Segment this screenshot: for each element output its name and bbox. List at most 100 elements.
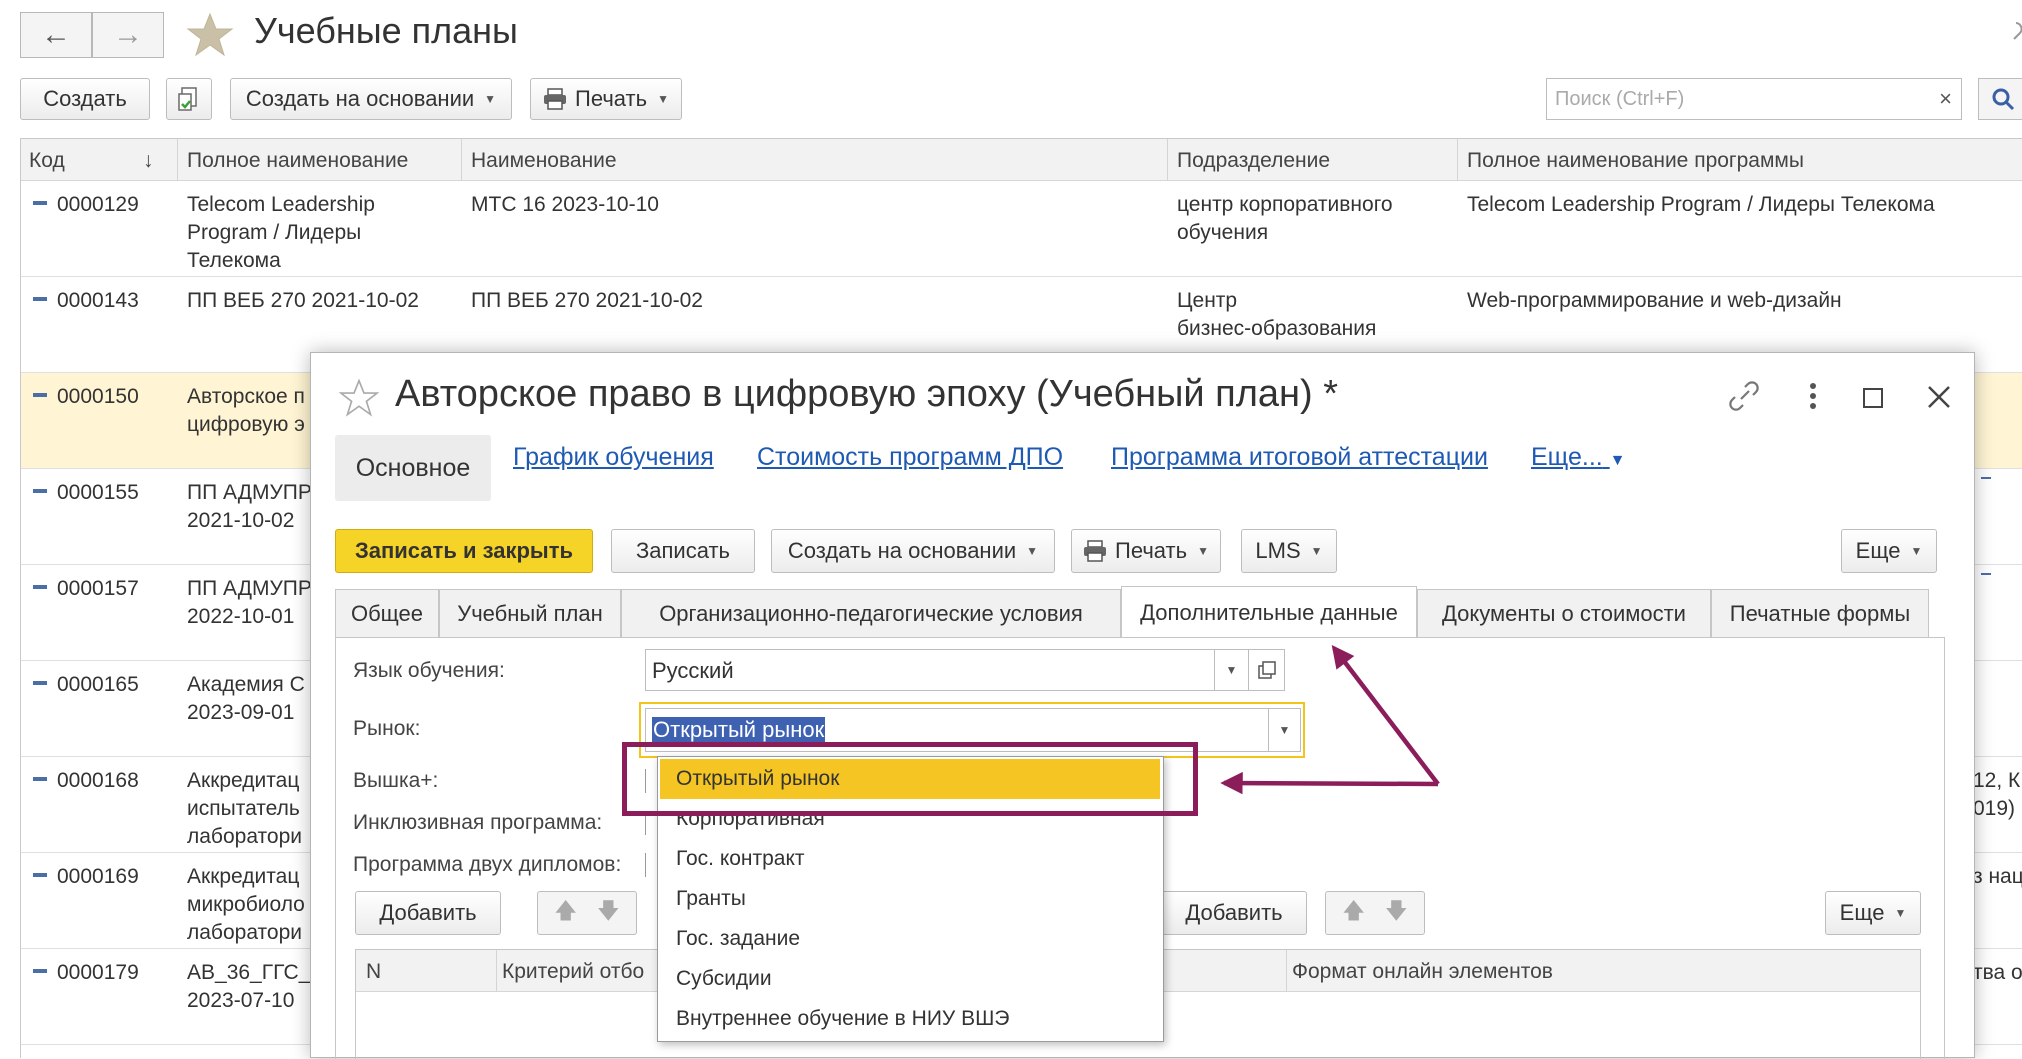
more-button[interactable]: Еще ▼ [1841, 529, 1937, 573]
arrow-up-icon[interactable]: 🡅 [1342, 894, 1365, 932]
cell-overflow: з нац [1973, 865, 2022, 888]
market-label: Рынок: [353, 717, 421, 740]
caret-down-icon: ▼ [484, 92, 497, 106]
link-icon[interactable] [1727, 379, 1761, 413]
save-and-close-button[interactable]: Записать и закрыть [335, 529, 593, 573]
dropdown-option[interactable]: Гранты [676, 887, 746, 911]
cell-overflow: тва о [1973, 961, 2022, 984]
sort-down-icon: ↓ [143, 149, 154, 172]
move-buttons: 🡅 🡇 [537, 891, 637, 935]
tab-cost[interactable]: Стоимость программ ДПО [757, 443, 1063, 472]
language-dropdown-button[interactable]: ▼ [1215, 649, 1249, 691]
market-dropdown-button[interactable]: ▼ [1269, 708, 1301, 752]
dropdown-option[interactable]: Гос. контракт [676, 847, 805, 871]
copy-button[interactable] [166, 78, 212, 120]
add-button-2[interactable]: Добавить [1161, 891, 1307, 935]
row-status-icon [33, 393, 47, 397]
two-diplomas-checkbox[interactable] [645, 853, 653, 877]
cell-full-name: Telecom Leadership Program / Лидеры Теле… [187, 193, 375, 272]
column-header-full-name[interactable]: Полное наименование [187, 149, 408, 173]
dropdown-option[interactable]: Внутреннее обучение в НИУ ВШЭ [676, 1007, 1009, 1031]
cell-name: МТС 16 2023-10-10 [471, 193, 659, 216]
link-icon[interactable] [2000, 20, 2022, 48]
copy-document-icon [178, 87, 197, 111]
form-tab-curriculum[interactable]: Учебный план [439, 589, 621, 637]
cell-code: 0000168 [57, 769, 139, 792]
form-tab-additional-data[interactable]: Дополнительные данные [1121, 586, 1417, 638]
annotation-highlight-box [622, 742, 1198, 816]
back-button[interactable]: ← [20, 12, 92, 58]
table-row[interactable]: 0000129 Telecom Leadership Program / Лиде… [21, 181, 2022, 277]
lms-label: LMS [1255, 538, 1301, 563]
printer-icon [1084, 540, 1107, 562]
cell-code: 0000150 [57, 385, 139, 408]
dropdown-option[interactable]: Гос. задание [676, 927, 800, 951]
column-header-name[interactable]: Наименование [471, 149, 617, 173]
tab-more[interactable]: Еще... ▼ [1531, 443, 1626, 472]
create-based-label: Создать на основании [787, 538, 1017, 563]
more-label: Еще [1855, 538, 1901, 563]
forward-button[interactable]: → [92, 12, 164, 58]
tab-schedule[interactable]: График обучения [513, 443, 714, 472]
inclusive-label: Инклюзивная программа: [353, 811, 603, 834]
print-button[interactable]: Печать ▼ [530, 78, 682, 120]
row-status-icon [33, 969, 47, 973]
caret-down-icon: ▼ [1894, 906, 1907, 920]
more-vertical-icon[interactable] [1807, 381, 1819, 411]
market-selected-text: Открытый рынок [652, 717, 826, 742]
arrow-up-icon[interactable]: 🡅 [554, 894, 577, 932]
arrow-down-icon[interactable]: 🡇 [1385, 894, 1408, 932]
tab-main[interactable]: Основное [335, 435, 491, 501]
print-label: Печать [575, 86, 648, 111]
lms-button[interactable]: LMS ▼ [1241, 529, 1337, 573]
cell-code: 0000129 [57, 193, 139, 216]
cell-code: 0000179 [57, 961, 139, 984]
column-header-program[interactable]: Полное наименование программы [1467, 149, 1804, 173]
column-header-n[interactable]: N [366, 960, 381, 984]
column-header-online-format[interactable]: Формат онлайн элементов [1292, 960, 1553, 984]
column-header-criterion[interactable]: Критерий отбо [502, 960, 644, 984]
print-button[interactable]: Печать ▼ [1071, 529, 1221, 573]
create-based-label: Создать на основании [245, 86, 475, 111]
form-tab-org-conditions[interactable]: Организационно-педагогические условия [621, 589, 1121, 637]
clear-search-button[interactable]: × [1930, 78, 1962, 120]
cell-full-name: АВ_36_ГГС_ 2023-07-10 [187, 961, 311, 1012]
favorite-star-icon[interactable] [339, 379, 379, 417]
cell-full-name: Аккредитац микробиоло лаборатори [187, 865, 305, 944]
caret-down-icon: ▼ [1197, 544, 1209, 558]
row-status-icon [33, 201, 47, 205]
table-header: Код ↓ Полное наименование Наименование П… [21, 139, 2022, 181]
row-edge-marker [1981, 477, 1991, 479]
form-tab-cost-docs[interactable]: Документы о стоимости [1417, 589, 1711, 637]
dialog-title: Авторское право в цифровую эпоху (Учебны… [395, 373, 1339, 415]
language-open-button[interactable] [1249, 649, 1285, 691]
form-tab-print-forms[interactable]: Печатные формы [1711, 589, 1929, 637]
save-button[interactable]: Записать [611, 529, 755, 573]
move-buttons-2: 🡅 🡇 [1325, 891, 1425, 935]
language-label: Язык обучения: [353, 659, 505, 682]
favorite-star-icon[interactable] [186, 12, 234, 58]
create-based-button[interactable]: Создать на основании ▼ [230, 78, 512, 120]
cell-department: центр корпоративного обучения [1177, 193, 1393, 244]
arrow-left-icon: ← [41, 18, 71, 51]
table-more-button[interactable]: Еще ▼ [1825, 891, 1921, 935]
caret-down-icon: ▼ [1910, 544, 1923, 558]
maximize-icon[interactable] [1863, 388, 1883, 408]
search-button[interactable] [1978, 78, 2022, 120]
cell-full-name: Авторское п цифровую э [187, 385, 305, 436]
form-tab-general[interactable]: Общее [335, 589, 439, 637]
close-icon[interactable] [1927, 385, 1951, 409]
column-header-code[interactable]: Код [29, 149, 65, 173]
create-based-button[interactable]: Создать на основании ▼ [771, 529, 1055, 573]
column-header-department[interactable]: Подразделение [1177, 149, 1330, 173]
add-button[interactable]: Добавить [355, 891, 501, 935]
caret-down-icon: ▼ [1609, 452, 1626, 469]
tab-final-attestation[interactable]: Программа итоговой аттестации [1111, 443, 1488, 472]
arrow-right-icon: → [113, 18, 143, 51]
printer-icon [544, 88, 567, 110]
dropdown-option[interactable]: Субсидии [676, 967, 772, 991]
search-input[interactable]: Поиск (Ctrl+F) [1546, 78, 1938, 120]
create-button[interactable]: Создать [20, 78, 150, 120]
language-field[interactable]: Русский [645, 649, 1215, 691]
arrow-down-icon[interactable]: 🡇 [597, 894, 620, 932]
